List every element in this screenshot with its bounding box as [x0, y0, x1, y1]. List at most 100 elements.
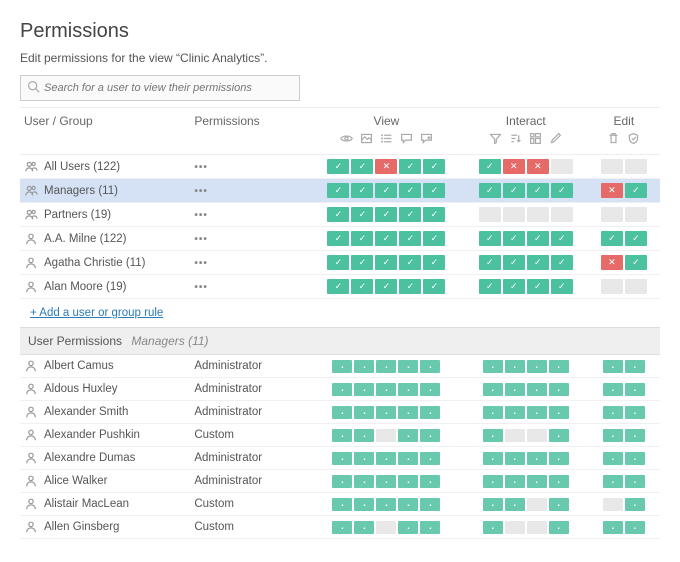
permission-cell[interactable]: [603, 498, 623, 511]
permission-cell[interactable]: [399, 183, 421, 198]
permission-cell[interactable]: [603, 452, 623, 465]
permission-cell[interactable]: [603, 383, 623, 396]
permission-cell[interactable]: [375, 159, 397, 174]
permission-cell[interactable]: [527, 498, 547, 511]
permission-cell[interactable]: [327, 279, 349, 294]
permission-cell[interactable]: [354, 406, 374, 419]
permission-cell[interactable]: [549, 521, 569, 534]
permission-cell[interactable]: [527, 360, 547, 373]
permission-cell[interactable]: [527, 255, 549, 270]
permission-cell[interactable]: [375, 255, 397, 270]
permission-cell[interactable]: [376, 429, 396, 442]
permission-cell[interactable]: [601, 183, 623, 198]
member-row[interactable]: Alexandre DumasAdministrator: [20, 447, 660, 470]
permission-cell[interactable]: [601, 279, 623, 294]
permission-cell[interactable]: [505, 360, 525, 373]
permission-cell[interactable]: [625, 521, 645, 534]
permission-cell[interactable]: [332, 429, 352, 442]
permission-cell[interactable]: [551, 255, 573, 270]
permission-cell[interactable]: [503, 159, 525, 174]
permission-cell[interactable]: [527, 159, 549, 174]
search-box[interactable]: [20, 75, 300, 101]
permission-cell[interactable]: [423, 159, 445, 174]
permission-cell[interactable]: [601, 207, 623, 222]
permission-cell[interactable]: [503, 255, 525, 270]
permission-cell[interactable]: [551, 183, 573, 198]
permission-cell[interactable]: [601, 255, 623, 270]
permission-cell[interactable]: [327, 231, 349, 246]
permission-cell[interactable]: [625, 360, 645, 373]
permission-cell[interactable]: [483, 452, 503, 465]
rule-row[interactable]: Alan Moore (19)•••: [20, 275, 660, 299]
permission-cell[interactable]: [527, 429, 547, 442]
permission-cell[interactable]: [625, 183, 647, 198]
permission-cell[interactable]: [625, 279, 647, 294]
rule-menu-icon[interactable]: •••: [194, 258, 208, 269]
permission-cell[interactable]: [625, 452, 645, 465]
permission-cell[interactable]: [327, 207, 349, 222]
permission-cell[interactable]: [423, 207, 445, 222]
permission-cell[interactable]: [625, 255, 647, 270]
permission-cell[interactable]: [399, 231, 421, 246]
permission-cell[interactable]: [351, 183, 373, 198]
permission-cell[interactable]: [479, 279, 501, 294]
permission-cell[interactable]: [423, 231, 445, 246]
rule-row[interactable]: All Users (122)•••: [20, 155, 660, 179]
permission-cell[interactable]: [505, 475, 525, 488]
rule-menu-icon[interactable]: •••: [194, 186, 208, 197]
permission-cell[interactable]: [376, 360, 396, 373]
permission-cell[interactable]: [398, 429, 418, 442]
permission-cell[interactable]: [423, 279, 445, 294]
permission-cell[interactable]: [505, 452, 525, 465]
permission-cell[interactable]: [376, 383, 396, 396]
member-row[interactable]: Albert CamusAdministrator: [20, 355, 660, 378]
permission-cell[interactable]: [549, 452, 569, 465]
permission-cell[interactable]: [603, 521, 623, 534]
permission-cell[interactable]: [398, 360, 418, 373]
permission-cell[interactable]: [351, 255, 373, 270]
permission-cell[interactable]: [551, 207, 573, 222]
permission-cell[interactable]: [551, 279, 573, 294]
permission-cell[interactable]: [420, 360, 440, 373]
member-row[interactable]: Aldous HuxleyAdministrator: [20, 378, 660, 401]
permission-cell[interactable]: [479, 231, 501, 246]
permission-cell[interactable]: [483, 475, 503, 488]
permission-cell[interactable]: [549, 383, 569, 396]
permission-cell[interactable]: [625, 406, 645, 419]
permission-cell[interactable]: [503, 207, 525, 222]
permission-cell[interactable]: [603, 429, 623, 442]
permission-cell[interactable]: [505, 498, 525, 511]
permission-cell[interactable]: [551, 231, 573, 246]
permission-cell[interactable]: [420, 498, 440, 511]
permission-cell[interactable]: [398, 406, 418, 419]
permission-cell[interactable]: [603, 475, 623, 488]
rule-menu-icon[interactable]: •••: [194, 282, 208, 293]
permission-cell[interactable]: [503, 279, 525, 294]
permission-cell[interactable]: [423, 255, 445, 270]
permission-cell[interactable]: [527, 475, 547, 488]
permission-cell[interactable]: [503, 231, 525, 246]
permission-cell[interactable]: [423, 183, 445, 198]
permission-cell[interactable]: [420, 383, 440, 396]
permission-cell[interactable]: [505, 406, 525, 419]
permission-cell[interactable]: [549, 406, 569, 419]
permission-cell[interactable]: [375, 207, 397, 222]
permission-cell[interactable]: [483, 383, 503, 396]
permission-cell[interactable]: [549, 360, 569, 373]
rule-row[interactable]: A.A. Milne (122)•••: [20, 227, 660, 251]
permission-cell[interactable]: [483, 360, 503, 373]
rule-menu-icon[interactable]: •••: [194, 234, 208, 245]
permission-cell[interactable]: [398, 521, 418, 534]
permission-cell[interactable]: [332, 383, 352, 396]
permission-cell[interactable]: [327, 159, 349, 174]
rule-menu-icon[interactable]: •••: [194, 210, 208, 221]
member-row[interactable]: Alice WalkerAdministrator: [20, 470, 660, 493]
permission-cell[interactable]: [375, 279, 397, 294]
permission-cell[interactable]: [527, 183, 549, 198]
permission-cell[interactable]: [549, 429, 569, 442]
permission-cell[interactable]: [354, 498, 374, 511]
permission-cell[interactable]: [354, 429, 374, 442]
permission-cell[interactable]: [332, 406, 352, 419]
permission-cell[interactable]: [483, 406, 503, 419]
permission-cell[interactable]: [375, 183, 397, 198]
